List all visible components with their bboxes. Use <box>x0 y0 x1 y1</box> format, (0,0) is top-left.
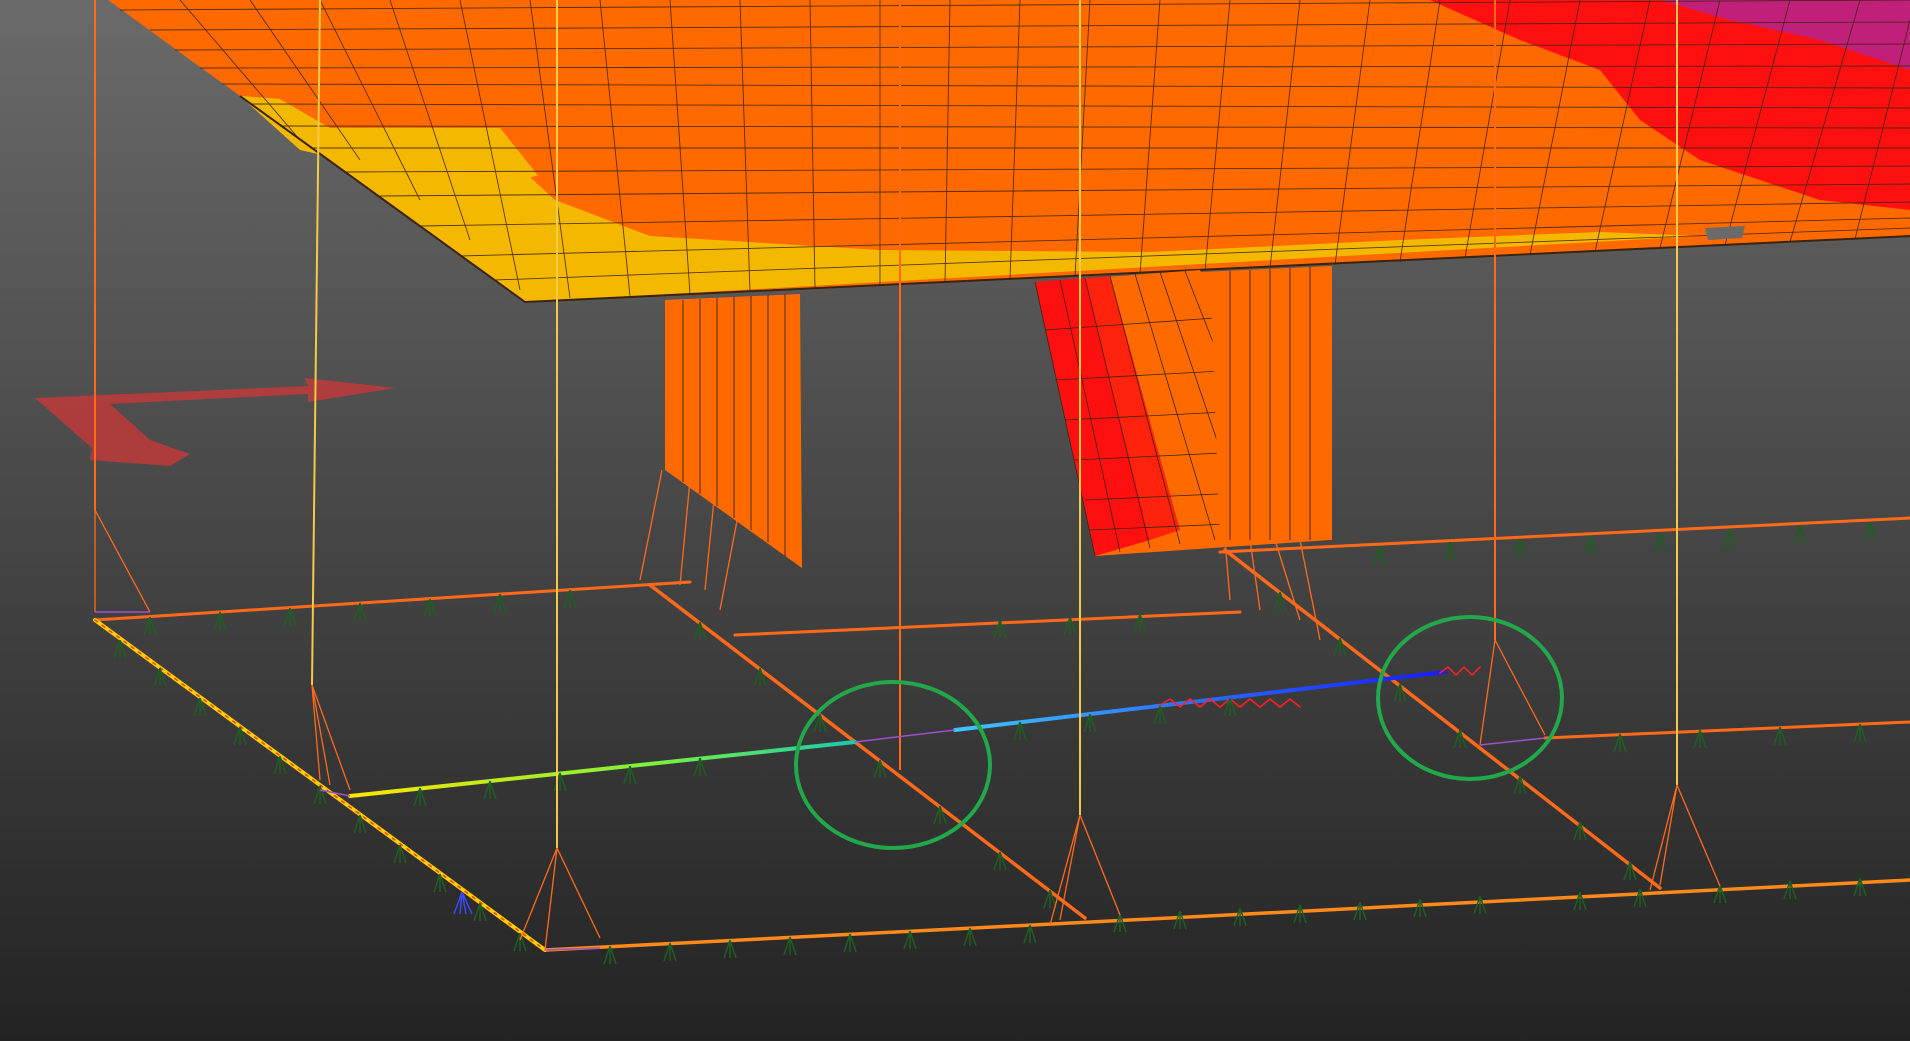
fem-scene[interactable] <box>0 0 1910 1041</box>
fem-3d-viewport[interactable] <box>0 0 1910 1041</box>
wall-right-flat <box>1200 266 1332 540</box>
